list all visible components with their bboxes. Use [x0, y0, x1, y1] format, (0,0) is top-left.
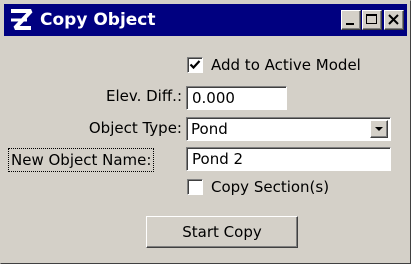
title-bar[interactable]: Copy Object	[4, 4, 407, 36]
object-type-value: Pond	[191, 120, 228, 138]
dropdown-button[interactable]	[370, 120, 388, 138]
copy-object-dialog: Copy Object Add to Active Model Elev. Di…	[0, 0, 411, 264]
elev-diff-input[interactable]: 0.000	[186, 86, 287, 110]
checkbox-box[interactable]	[187, 57, 203, 73]
maximize-button[interactable]	[362, 10, 382, 30]
start-copy-button[interactable]: Start Copy	[146, 216, 298, 248]
add-to-active-model-label: Add to Active Model	[211, 56, 361, 74]
close-icon	[388, 14, 399, 25]
new-object-name-input[interactable]: Pond 2	[186, 147, 391, 171]
new-object-name-label: New Object Name:	[7, 148, 155, 172]
minimize-button[interactable]	[341, 10, 361, 30]
app-logo-icon	[7, 7, 35, 33]
window-title: Copy Object	[40, 10, 156, 30]
object-type-label: Object Type:	[88, 119, 182, 137]
chevron-down-icon	[375, 127, 383, 131]
close-button[interactable]	[384, 10, 404, 30]
checkmark-icon	[189, 60, 201, 70]
checkbox-box[interactable]	[187, 179, 203, 195]
object-type-select[interactable]: Pond	[186, 117, 391, 141]
copy-sections-label: Copy Section(s)	[211, 178, 330, 196]
maximize-icon	[366, 14, 377, 24]
elev-diff-label: Elev. Diff.:	[106, 87, 182, 105]
minimize-icon	[346, 23, 354, 25]
